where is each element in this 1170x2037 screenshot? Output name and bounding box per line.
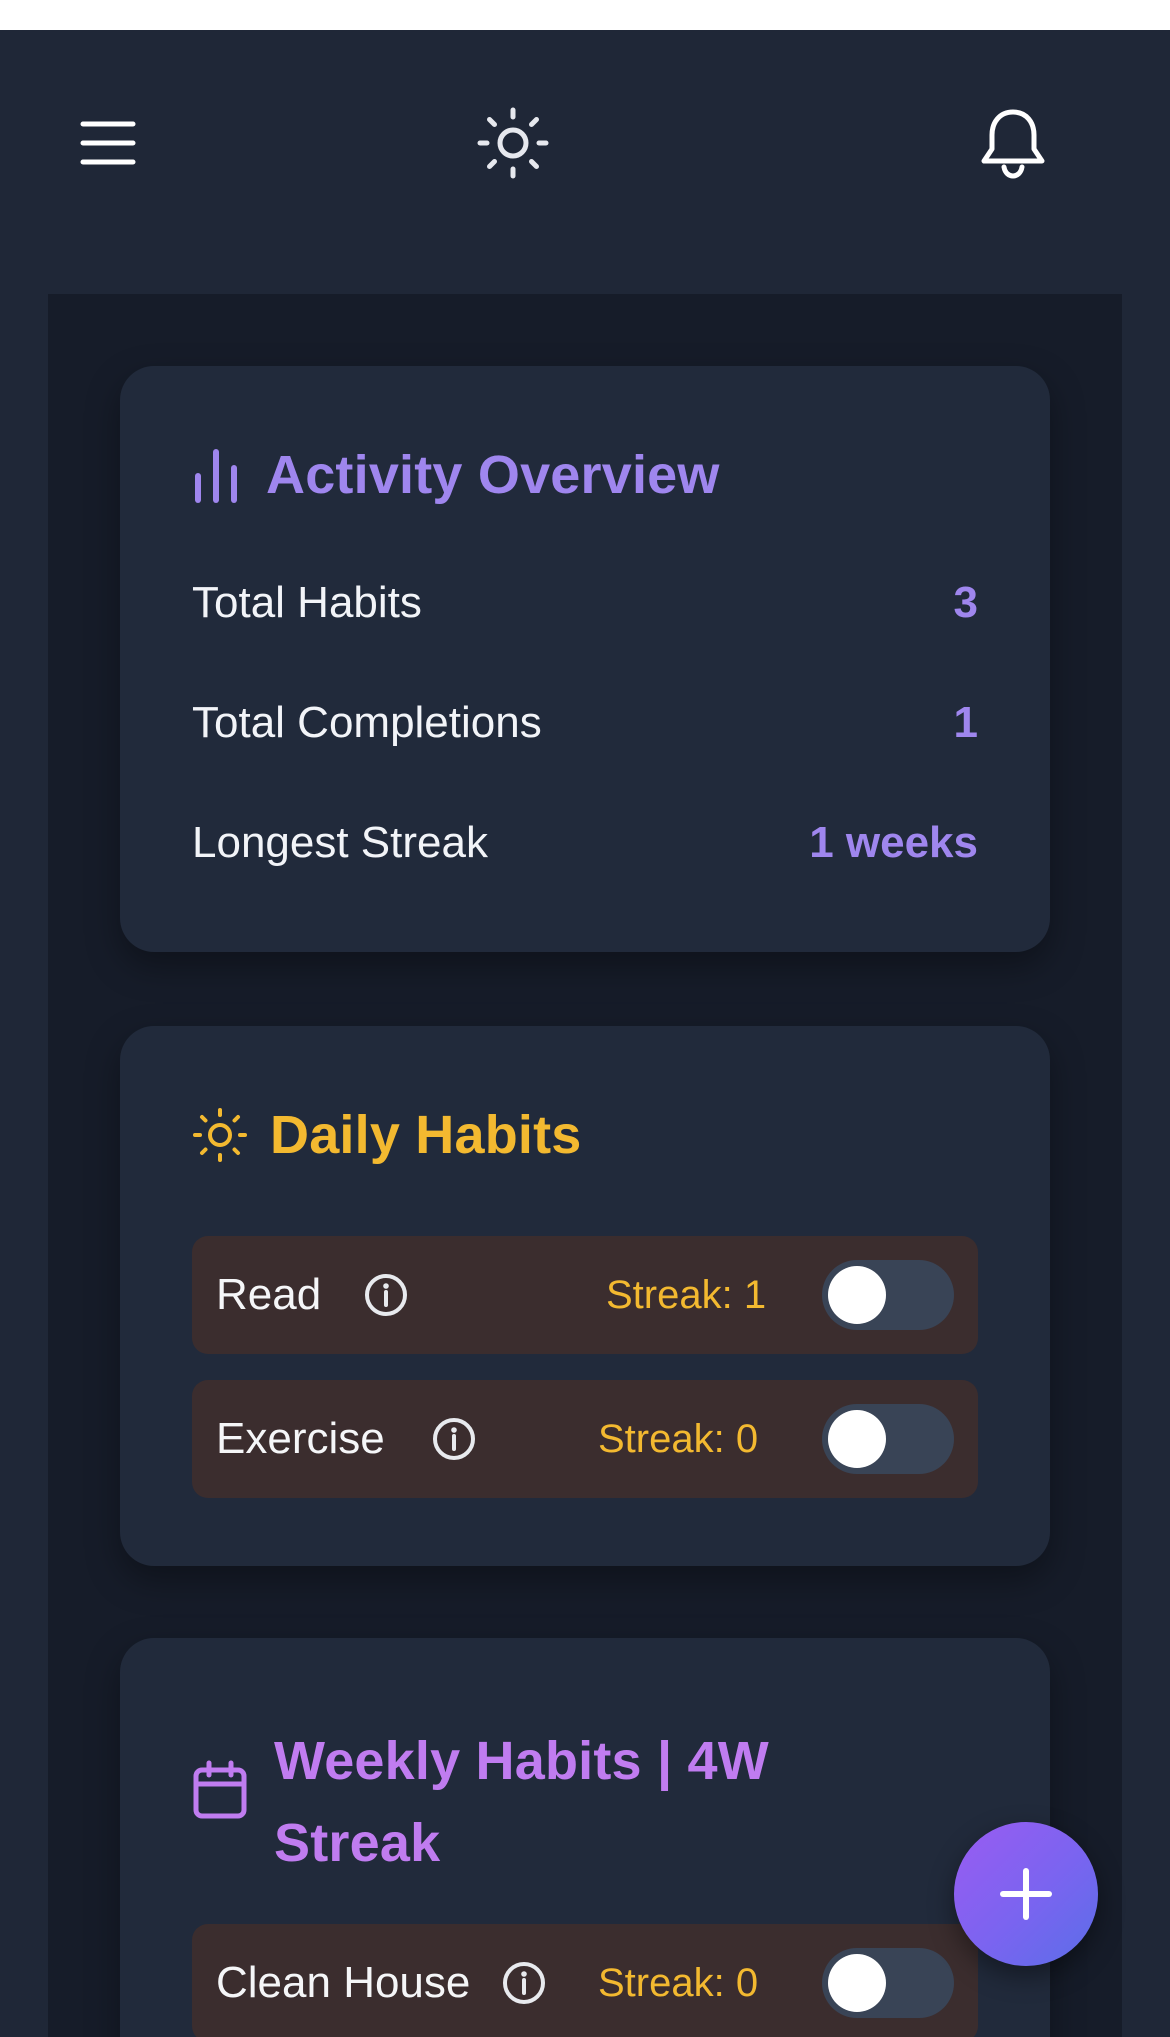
habit-row-exercise: Exercise Streak: 0 xyxy=(192,1380,978,1498)
habit-streak: Streak: 1 xyxy=(606,1273,767,1317)
sun-icon xyxy=(193,1108,247,1162)
habit-toggle[interactable] xyxy=(822,1260,954,1330)
stat-value: 1 xyxy=(953,698,978,747)
info-icon[interactable] xyxy=(502,1961,546,2005)
theme-toggle-button[interactable] xyxy=(470,100,556,186)
bell-icon xyxy=(981,109,1045,179)
main-content: Activity Overview Total Habits 3 Total C… xyxy=(48,294,1122,2037)
weekly-title: Weekly Habits | 4W Streak xyxy=(192,1720,769,1884)
add-habit-button[interactable] xyxy=(954,1822,1098,1966)
habit-toggle[interactable] xyxy=(822,1404,954,1474)
calendar-icon xyxy=(193,1760,247,1819)
app-screen: Activity Overview Total Habits 3 Total C… xyxy=(0,30,1170,2037)
hamburger-menu-icon xyxy=(80,121,136,165)
habit-row-read: Read Streak: 1 xyxy=(192,1236,978,1354)
top-bar xyxy=(0,30,1170,260)
weekly-title-line1: Weekly Habits | 4W xyxy=(274,1731,769,1791)
stat-value: 1 weeks xyxy=(809,818,978,867)
info-icon[interactable] xyxy=(432,1417,476,1461)
overview-title-text: Activity Overview xyxy=(266,445,720,505)
stat-row-total-completions: Total Completions 1 xyxy=(192,698,978,748)
habit-name: Read xyxy=(216,1270,322,1319)
info-icon[interactable] xyxy=(364,1273,408,1317)
daily-title-text: Daily Habits xyxy=(270,1105,582,1165)
stat-value: 3 xyxy=(953,578,978,627)
weekly-title-text: Weekly Habits | 4W Streak xyxy=(274,1720,769,1884)
habit-name: Clean House xyxy=(216,1958,471,2007)
daily-habits-card: Daily Habits Read Streak: 1 Exercise Str… xyxy=(120,1026,1050,1566)
notifications-button[interactable] xyxy=(970,100,1056,186)
stat-label: Longest Streak xyxy=(192,818,488,867)
sun-icon xyxy=(477,107,549,179)
habit-streak: Streak: 0 xyxy=(598,1961,759,2005)
stat-label: Total Completions xyxy=(192,698,542,747)
weekly-habits-card: Weekly Habits | 4W Streak Clean House St… xyxy=(120,1638,1050,2037)
plus-icon xyxy=(1000,1868,1052,1920)
habit-name: Exercise xyxy=(216,1414,385,1463)
stat-row-total-habits: Total Habits 3 xyxy=(192,578,978,628)
habit-streak: Streak: 0 xyxy=(598,1417,759,1461)
toggle-knob xyxy=(828,1410,886,1468)
stat-row-longest-streak: Longest Streak 1 weeks xyxy=(192,818,978,868)
toggle-knob xyxy=(828,1266,886,1324)
menu-button[interactable] xyxy=(70,105,146,181)
weekly-title-line2: Streak xyxy=(274,1813,441,1873)
toggle-knob xyxy=(828,1954,886,2012)
daily-title: Daily Habits xyxy=(192,1104,582,1166)
activity-overview-card: Activity Overview Total Habits 3 Total C… xyxy=(120,366,1050,952)
overview-title: Activity Overview xyxy=(192,444,720,506)
habit-toggle[interactable] xyxy=(822,1948,954,2018)
habit-row-clean-house: Clean House Streak: 0 xyxy=(192,1924,978,2037)
stat-label: Total Habits xyxy=(192,578,422,627)
bar-chart-icon xyxy=(195,449,237,503)
